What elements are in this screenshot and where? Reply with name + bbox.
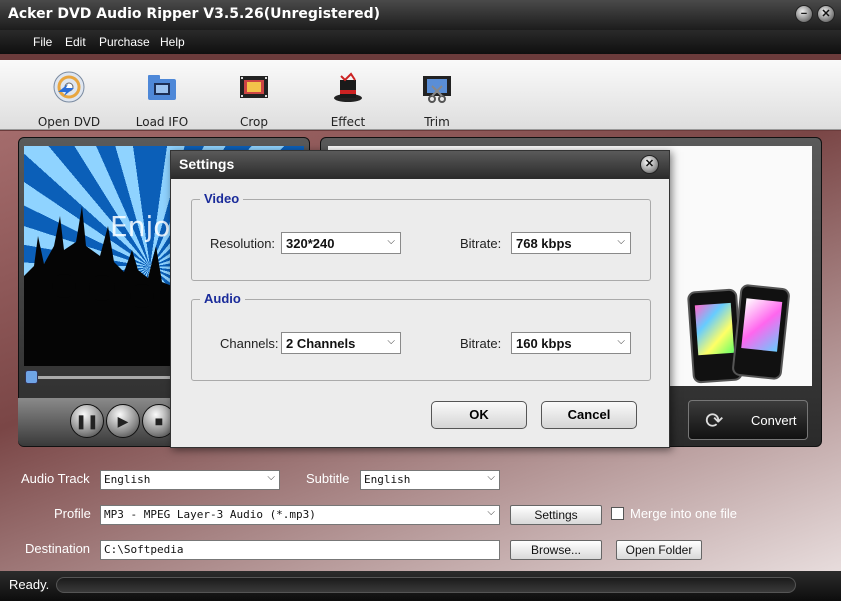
channels-label: Channels: — [220, 336, 279, 351]
progress-bar — [56, 577, 796, 593]
audio-bitrate-select[interactable]: 160 kbps ⌵ — [511, 332, 631, 354]
play-icon: ▶ — [117, 413, 129, 429]
audio-legend: Audio — [200, 291, 245, 306]
cancel-button[interactable]: Cancel — [541, 401, 637, 429]
crop-button[interactable]: Crop — [214, 70, 294, 129]
merge-checkbox[interactable] — [611, 507, 624, 520]
phone-image-right — [731, 283, 791, 381]
channels-value: 2 Channels — [286, 336, 356, 351]
dialog-close-button[interactable]: ✕ — [640, 155, 659, 174]
ok-button[interactable]: OK — [431, 401, 527, 429]
audio-bitrate-label: Bitrate: — [460, 336, 502, 351]
seek-thumb[interactable] — [25, 370, 38, 384]
video-legend: Video — [200, 191, 244, 206]
chevron-down-icon: ⌵ — [617, 336, 625, 347]
convert-label: Convert — [751, 413, 797, 428]
video-group: Video Resolution: 320*240 ⌵ Bitrate: 768… — [191, 191, 651, 281]
destination-field[interactable]: C:\Softpedia — [100, 540, 500, 560]
window-title: Acker DVD Audio Ripper V3.5.26(Unregiste… — [8, 6, 381, 22]
open-dvd-label: Open DVD — [37, 115, 101, 129]
video-bitrate-label: Bitrate: — [460, 236, 502, 251]
subtitle-select[interactable]: English ⌵ — [360, 470, 500, 490]
subtitle-label: Subtitle — [306, 471, 350, 486]
settings-dialog: Settings ✕ Video Resolution: 320*240 ⌵ B… — [170, 150, 670, 448]
resolution-select[interactable]: 320*240 ⌵ — [281, 232, 401, 254]
chevron-down-icon: ⌵ — [617, 236, 625, 247]
profile-label: Profile — [54, 506, 91, 521]
audio-track-value: English — [104, 473, 151, 486]
audio-group: Audio Channels: 2 Channels ⌵ Bitrate: 16… — [191, 291, 651, 381]
crop-label: Crop — [239, 115, 268, 129]
pause-icon: ❚❚ — [75, 413, 99, 429]
audio-track-label: Audio Track — [21, 471, 90, 486]
status-bar: Ready. — [0, 571, 841, 601]
dvd-disc-icon — [53, 71, 85, 103]
profile-value: MP3 - MPEG Layer-3 Audio (*.mp3) — [104, 508, 316, 521]
subtitle-value: English — [364, 473, 411, 486]
resolution-label: Resolution: — [210, 236, 276, 251]
menu-file[interactable]: File — [33, 35, 52, 49]
minimize-button[interactable]: − — [795, 5, 813, 23]
film-crop-icon — [240, 76, 268, 98]
menu-bar: File Edit Purchase Help — [0, 30, 841, 54]
chevron-down-icon: ⌵ — [267, 472, 275, 483]
video-bitrate-value: 768 kbps — [516, 236, 572, 251]
chevron-down-icon: ⌵ — [487, 507, 495, 518]
status-text: Ready. — [9, 577, 50, 592]
effect-label: Effect — [330, 115, 366, 129]
dialog-title: Settings — [179, 156, 235, 172]
close-button[interactable]: ✕ — [817, 5, 835, 23]
profile-select[interactable]: MP3 - MPEG Layer-3 Audio (*.mp3) ⌵ — [100, 505, 500, 525]
play-button[interactable]: ▶ — [106, 404, 140, 438]
merge-label: Merge into one file — [630, 506, 737, 521]
stop-icon: ■ — [154, 413, 164, 429]
destination-label: Destination — [25, 541, 91, 556]
channels-select[interactable]: 2 Channels ⌵ — [281, 332, 401, 354]
audio-bitrate-value: 160 kbps — [516, 336, 572, 351]
trim-button[interactable]: Trim — [397, 70, 477, 129]
pause-button[interactable]: ❚❚ — [70, 404, 104, 438]
trim-label: Trim — [424, 115, 450, 129]
load-ifo-button[interactable]: Load IFO — [122, 70, 202, 129]
chevron-down-icon: ⌵ — [387, 336, 395, 347]
effect-button[interactable]: Effect — [308, 70, 388, 129]
load-ifo-label: Load IFO — [135, 115, 189, 129]
video-bitrate-select[interactable]: 768 kbps ⌵ — [511, 232, 631, 254]
film-scissors-icon — [423, 76, 451, 103]
folder-film-icon — [148, 75, 176, 100]
open-folder-button[interactable]: Open Folder — [616, 540, 702, 560]
menu-edit[interactable]: Edit — [65, 35, 86, 49]
convert-arrows-icon: ⟳ — [705, 408, 724, 433]
toolbar: Open DVD Load IFO Crop Effect Trim — [0, 60, 841, 130]
menu-purchase[interactable]: Purchase — [99, 35, 150, 49]
title-bar: Acker DVD Audio Ripper V3.5.26(Unregiste… — [0, 0, 841, 30]
profile-settings-button[interactable]: Settings — [510, 505, 602, 525]
resolution-value: 320*240 — [286, 236, 335, 251]
open-dvd-button[interactable]: Open DVD — [29, 70, 109, 129]
chevron-down-icon: ⌵ — [387, 236, 395, 247]
audio-track-select[interactable]: English ⌵ — [100, 470, 280, 490]
dialog-title-bar: Settings ✕ — [171, 151, 669, 179]
chevron-down-icon: ⌵ — [487, 472, 495, 483]
menu-help[interactable]: Help — [160, 35, 185, 49]
convert-button[interactable]: ⟳ Convert — [688, 400, 808, 440]
magic-hat-icon — [334, 72, 362, 102]
destination-value: C:\Softpedia — [104, 543, 184, 556]
browse-button[interactable]: Browse... — [510, 540, 602, 560]
